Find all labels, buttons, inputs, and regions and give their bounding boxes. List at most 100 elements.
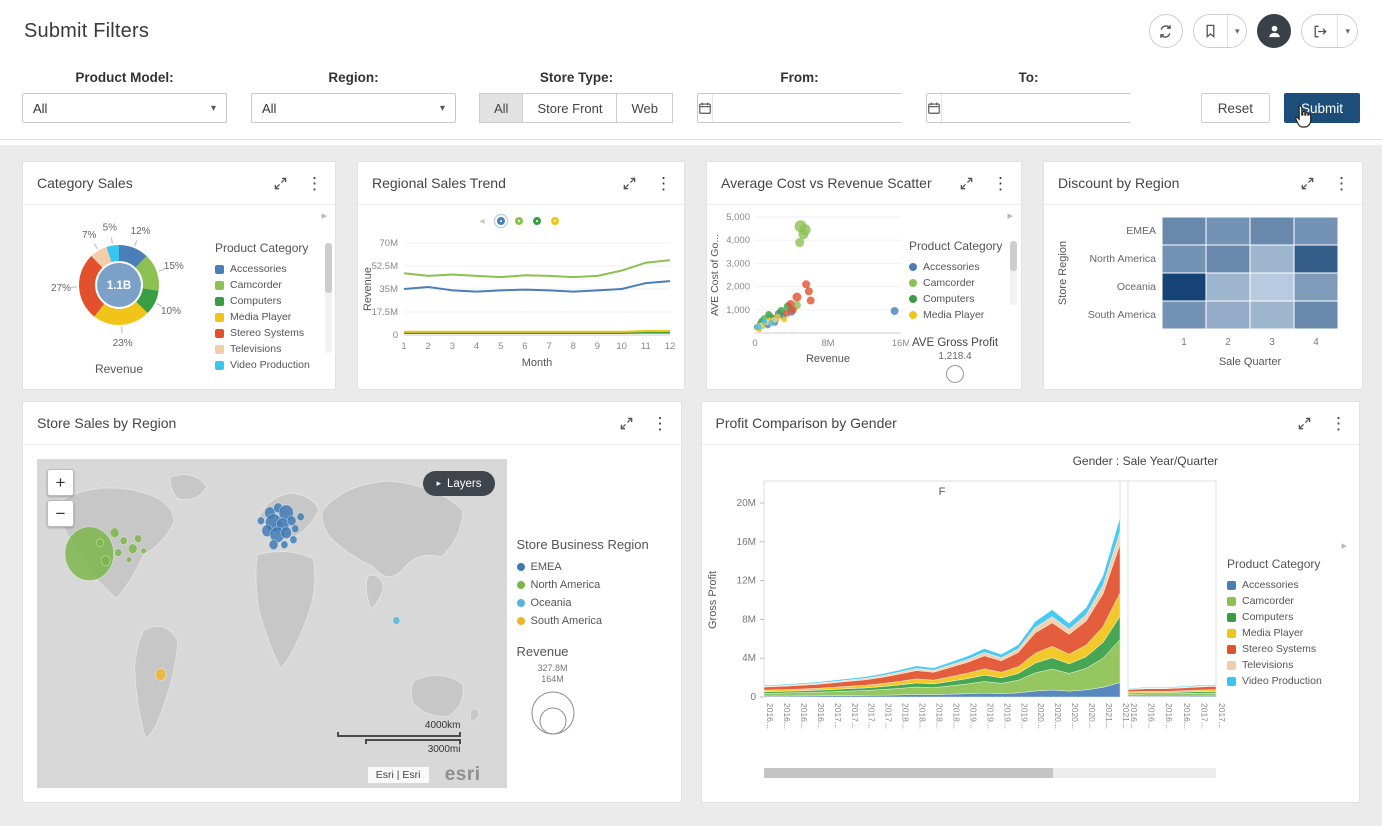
legend-item[interactable]: Televisions — [1227, 657, 1359, 673]
dashboard: Category Sales ⋮ ▸ 12%15%10%23%27%7%5%1.… — [0, 145, 1382, 826]
calendar-icon[interactable] — [698, 94, 713, 122]
menu-icon[interactable]: ⋮ — [655, 175, 672, 192]
bookmark-dropdown-button[interactable]: ▾ — [1227, 15, 1247, 47]
series-toggle-camcorder[interactable] — [515, 217, 523, 225]
legend-item[interactable]: South America — [517, 612, 667, 630]
series-toggle-accessories[interactable] — [497, 217, 505, 225]
menu-icon[interactable]: ⋮ — [652, 415, 669, 432]
legend-swatch — [517, 563, 525, 571]
legend-item[interactable]: Video Production — [215, 357, 335, 373]
expand-icon[interactable] — [619, 416, 634, 431]
legend-item[interactable]: Stereo Systems — [1227, 641, 1359, 657]
zoom-in-button[interactable]: + — [47, 469, 74, 496]
scrollbar-thumb[interactable] — [764, 768, 1053, 778]
svg-text:0: 0 — [750, 692, 756, 703]
expand-icon[interactable] — [959, 176, 974, 191]
legend-item[interactable]: Computers — [1227, 609, 1359, 625]
legend-item[interactable]: Camcorder — [909, 275, 1021, 291]
user-filter-button[interactable] — [1257, 14, 1291, 48]
legend-item[interactable]: Video Production — [1227, 673, 1359, 689]
legend-item[interactable]: Oceania — [517, 594, 667, 612]
legend-item[interactable]: Accessories — [909, 259, 1021, 275]
reset-button[interactable]: Reset — [1201, 93, 1270, 123]
svg-text:3: 3 — [1269, 337, 1275, 348]
bookmark-button[interactable] — [1194, 15, 1227, 47]
menu-icon[interactable]: ⋮ — [1330, 415, 1347, 432]
world-map[interactable]: + − ▸ Layers 4000km 3000mi Esri | Esri — [37, 459, 507, 788]
legend-item[interactable]: Media Player — [1227, 625, 1359, 641]
legend-item[interactable]: Media Player — [215, 309, 335, 325]
legend-item[interactable]: Camcorder — [1227, 593, 1359, 609]
category-sales-donut-chart: 12%15%10%23%27%7%5%1.1BRevenue — [23, 205, 215, 384]
region-select[interactable]: All ▾ — [251, 93, 456, 123]
refresh-button[interactable] — [1149, 14, 1183, 48]
legend-title: Product Category — [215, 241, 335, 255]
svg-text:Revenue: Revenue — [95, 362, 143, 376]
trend-legend: ◂ — [360, 209, 678, 233]
svg-text:7: 7 — [546, 341, 551, 352]
legend-swatch — [909, 311, 917, 319]
map-scale: 4000km 3000mi — [337, 720, 461, 756]
chart-scrollbar[interactable] — [764, 768, 1216, 778]
svg-text:35M: 35M — [380, 284, 399, 295]
to-date-input[interactable] — [942, 94, 1134, 122]
refresh-icon — [1157, 23, 1174, 40]
legend-scrollbar[interactable] — [1010, 241, 1017, 305]
store-type-option-web[interactable]: Web — [616, 93, 673, 123]
svg-text:4: 4 — [1313, 337, 1319, 348]
legend-scrollbar[interactable] — [325, 243, 332, 353]
from-date-input-wrap — [697, 93, 902, 123]
legend-swatch — [517, 581, 525, 589]
legend-item[interactable]: Accessories — [215, 261, 335, 277]
scatter-legend: Product Category AccessoriesCamcorderCom… — [909, 205, 1021, 389]
svg-text:11: 11 — [641, 341, 651, 352]
export-button[interactable] — [1302, 15, 1337, 47]
scale-km-bar — [337, 732, 461, 737]
header-toolbar: ▾ ▾ — [1149, 14, 1358, 48]
legend-item[interactable]: North America — [517, 576, 667, 594]
svg-text:1.1B: 1.1B — [107, 280, 131, 292]
expand-icon[interactable] — [273, 176, 288, 191]
svg-text:F: F — [938, 486, 945, 498]
legend-item[interactable]: Media Player — [909, 307, 1021, 323]
svg-text:2: 2 — [426, 341, 431, 352]
series-toggle-computers[interactable] — [533, 217, 541, 225]
expand-icon[interactable] — [1300, 176, 1315, 191]
legend-item[interactable]: Computers — [909, 291, 1021, 307]
zoom-out-button[interactable]: − — [47, 500, 74, 527]
svg-text:7%: 7% — [82, 230, 97, 241]
legend-pager-icon[interactable]: ◂ — [479, 216, 484, 227]
legend-item[interactable]: Stereo Systems — [215, 325, 335, 341]
layers-button[interactable]: ▸ Layers — [423, 471, 494, 496]
expand-icon[interactable] — [1297, 416, 1312, 431]
legend-item[interactable]: EMEA — [517, 558, 667, 576]
product-model-select[interactable]: All ▾ — [22, 93, 227, 123]
legend-item[interactable]: Camcorder — [215, 277, 335, 293]
triangle-right-icon: ▸ — [436, 478, 441, 489]
expand-icon[interactable] — [622, 176, 637, 191]
svg-text:2020...: 2020... — [1087, 703, 1097, 729]
svg-text:2019...: 2019... — [1019, 703, 1029, 729]
menu-icon[interactable]: ⋮ — [1333, 175, 1350, 192]
map-legend: Store Business Region EMEANorth AmericaO… — [517, 459, 667, 788]
store-type-option-store-front[interactable]: Store Front — [522, 93, 617, 123]
legend-pager-icon[interactable]: ▸ — [1341, 541, 1347, 552]
category-sales-legend: Product Category AccessoriesCamcorderCom… — [215, 205, 335, 389]
menu-icon[interactable]: ⋮ — [992, 175, 1009, 192]
calendar-icon[interactable] — [927, 94, 942, 122]
svg-text:2018...: 2018... — [934, 703, 944, 729]
legend-item[interactable]: Accessories — [1227, 577, 1359, 593]
svg-text:2020...: 2020... — [1053, 703, 1063, 729]
from-date-input[interactable] — [713, 94, 905, 122]
series-toggle-media-player[interactable] — [551, 217, 559, 225]
menu-icon[interactable]: ⋮ — [306, 175, 323, 192]
submit-button[interactable]: Submit — [1284, 93, 1360, 123]
size-legend-circle — [935, 362, 975, 386]
legend-item[interactable]: Computers — [215, 293, 335, 309]
export-dropdown-button[interactable]: ▾ — [1337, 15, 1357, 47]
store-type-option-all[interactable]: All — [479, 93, 523, 123]
legend-item[interactable]: Televisions — [215, 341, 335, 357]
svg-text:Gross Profit: Gross Profit — [707, 571, 719, 629]
chevron-down-icon: ▾ — [1235, 26, 1240, 37]
legend-swatch — [1227, 629, 1236, 638]
